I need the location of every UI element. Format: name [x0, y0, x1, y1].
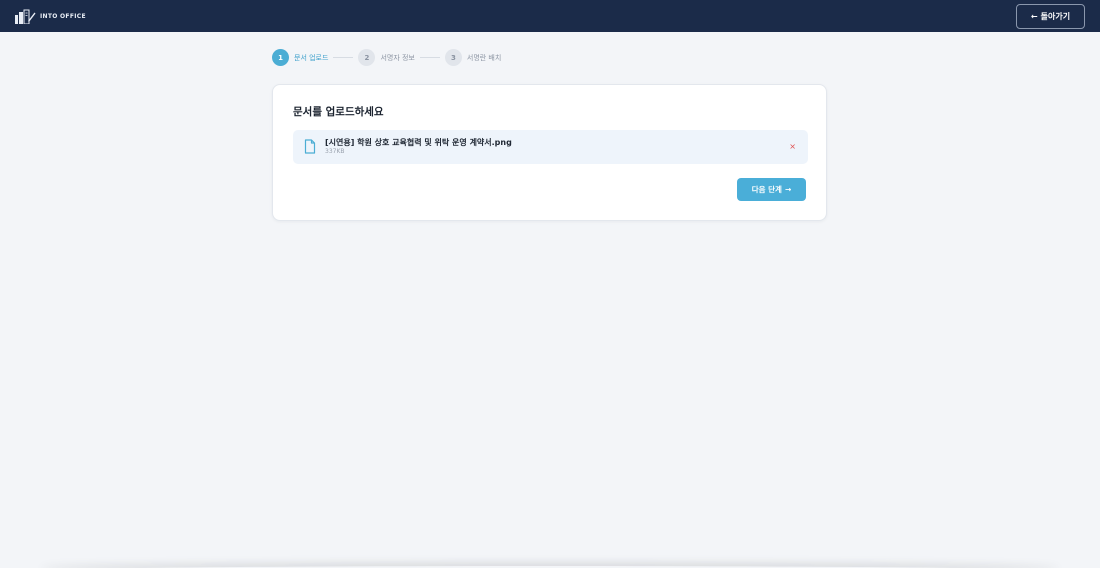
arrow-left-icon: ← [1030, 11, 1038, 21]
step-label: 서명자 정보 [380, 53, 415, 62]
logo[interactable]: INTO OFFICE [14, 9, 86, 24]
uploaded-file-item: [시연용] 학원 상호 교육협력 및 위탁 운영 계약서.png 337KB × [293, 130, 808, 164]
document-icon [304, 139, 316, 158]
back-button[interactable]: ← 돌아가기 [1016, 3, 1085, 29]
buildings-pen-icon [14, 9, 36, 24]
top-navigation-bar: INTO OFFICE ← 돌아가기 [0, 0, 1100, 32]
step-number: 3 [444, 49, 462, 66]
step-signer-info: 2 서명자 정보 [358, 49, 415, 66]
next-step-label: 다음 단계 [751, 185, 782, 194]
file-name: [시연용] 학원 상호 교육협력 및 위탁 운영 계약서.png [325, 138, 512, 147]
step-label: 서명란 배치 [466, 53, 502, 62]
step-upload: 1 문서 업로드 [272, 49, 328, 66]
back-button-label: 돌아가기 [1040, 11, 1071, 21]
step-signature-placement: 3 서명란 배치 [444, 49, 502, 66]
step-number: 1 [272, 49, 289, 66]
upload-card: 문서를 업로드하세요 [시연용] 학원 상호 교육협력 및 위탁 운영 계약서.… [272, 84, 827, 221]
logo-text: INTO OFFICE [40, 12, 86, 20]
next-step-button[interactable]: 다음 단계 → [737, 178, 806, 201]
step-number: 2 [358, 49, 376, 66]
step-label: 문서 업로드 [294, 53, 329, 62]
file-size: 337KB [325, 148, 345, 155]
step-connector [419, 57, 440, 58]
card-title: 문서를 업로드하세요 [293, 106, 384, 118]
step-connector [333, 57, 354, 58]
arrow-right-icon: → [784, 185, 792, 194]
remove-file-button[interactable]: × [789, 142, 796, 152]
progress-stepper: 1 문서 업로드 2 서명자 정보 3 서명란 배치 [272, 49, 501, 66]
